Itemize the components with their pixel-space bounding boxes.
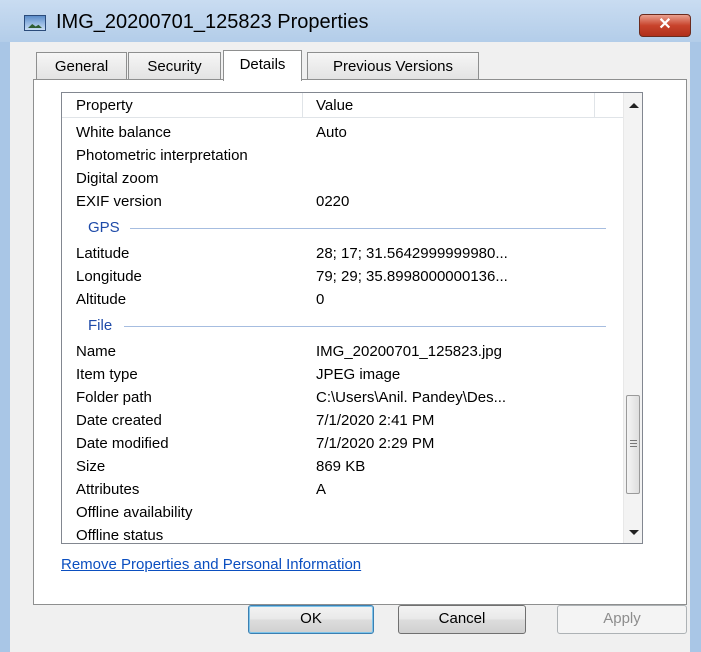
group-divider	[124, 326, 606, 327]
tab-security[interactable]: Security	[128, 52, 221, 79]
remove-properties-link[interactable]: Remove Properties and Personal Informati…	[61, 556, 361, 573]
property-row[interactable]: Offline availability	[62, 502, 624, 524]
scrollbar-thumb[interactable]	[626, 395, 640, 494]
apply-button[interactable]: Apply	[557, 605, 687, 634]
column-header-value[interactable]: Value	[316, 97, 353, 114]
property-value: 7/1/2020 2:41 PM	[316, 412, 435, 429]
group-divider	[130, 228, 606, 229]
property-name: Photometric interpretation	[76, 147, 248, 164]
property-name: Digital zoom	[76, 170, 159, 187]
property-value: 7/1/2020 2:29 PM	[316, 435, 435, 452]
property-row[interactable]: Offline status	[62, 525, 624, 544]
property-row[interactable]: EXIF version 0220	[62, 191, 624, 213]
property-name: Latitude	[76, 245, 130, 262]
property-name: Size	[76, 458, 106, 475]
properties-window: IMG_20200701_125823 Properties ✕ General…	[0, 0, 701, 652]
property-row[interactable]: Date created 7/1/2020 2:41 PM	[62, 410, 624, 432]
grip-line	[630, 443, 637, 444]
property-value: 28; 17; 31.5642999999980...	[316, 245, 508, 262]
property-name: Longitude	[76, 268, 142, 285]
group-header-file: File	[62, 315, 624, 337]
property-row[interactable]: Digital zoom	[62, 168, 624, 190]
property-row[interactable]: Name IMG_20200701_125823.jpg	[62, 341, 624, 363]
group-title: File	[88, 317, 113, 334]
vertical-scrollbar[interactable]	[623, 93, 642, 543]
property-row[interactable]: Attributes A	[62, 479, 624, 501]
property-value: 0220	[316, 193, 350, 210]
property-name: Altitude	[76, 291, 127, 308]
close-icon: ✕	[658, 16, 672, 33]
property-row[interactable]: Altitude 0	[62, 289, 624, 311]
list-header: Property Value	[62, 93, 624, 118]
title-bar[interactable]: IMG_20200701_125823 Properties ✕	[0, 0, 701, 42]
window-title: IMG_20200701_125823 Properties	[56, 11, 369, 33]
property-value: Auto	[316, 124, 347, 141]
property-row[interactable]: Latitude 28; 17; 31.5642999999980...	[62, 243, 624, 265]
scroll-up-arrow-icon[interactable]	[629, 103, 639, 108]
property-name: Attributes	[76, 481, 140, 498]
tab-general[interactable]: General	[36, 52, 127, 79]
tab-details[interactable]: Details	[223, 50, 302, 81]
scroll-down-arrow-icon[interactable]	[629, 530, 639, 535]
column-divider[interactable]	[302, 93, 303, 117]
property-name: Offline availability	[76, 504, 193, 521]
property-value: A	[316, 481, 327, 498]
property-row[interactable]: Size 869 KB	[62, 456, 624, 478]
property-row[interactable]: White balance Auto	[62, 122, 624, 144]
details-list[interactable]: Property Value White balance Auto Photome…	[61, 92, 643, 544]
property-name: Folder path	[76, 389, 152, 406]
image-file-icon	[24, 15, 46, 31]
property-name: Name	[76, 343, 117, 360]
property-value: C:\Users\Anil. Pandey\Des...	[316, 389, 507, 406]
property-name: White balance	[76, 124, 172, 141]
property-name: Item type	[76, 366, 138, 383]
close-button[interactable]: ✕	[639, 14, 691, 37]
property-row[interactable]: Longitude 79; 29; 35.8998000000136...	[62, 266, 624, 288]
property-value: IMG_20200701_125823.jpg	[316, 343, 502, 360]
ok-button[interactable]: OK	[248, 605, 374, 634]
tab-previous-versions[interactable]: Previous Versions	[307, 52, 479, 79]
property-value: 0	[316, 291, 325, 308]
property-name: Date created	[76, 412, 162, 429]
group-title: GPS	[88, 219, 120, 236]
property-value: 869 KB	[316, 458, 366, 475]
property-row[interactable]: Item type JPEG image	[62, 364, 624, 386]
cancel-button[interactable]: Cancel	[398, 605, 526, 634]
property-name: EXIF version	[76, 193, 162, 210]
property-value: 79; 29; 35.8998000000136...	[316, 268, 508, 285]
group-header-gps: GPS	[62, 217, 624, 239]
grip-line	[630, 446, 637, 447]
grip-line	[630, 440, 637, 441]
column-divider[interactable]	[594, 93, 595, 117]
property-name: Date modified	[76, 435, 169, 452]
property-row[interactable]: Photometric interpretation	[62, 145, 624, 167]
column-header-property[interactable]: Property	[76, 97, 133, 114]
property-row[interactable]: Folder path C:\Users\Anil. Pandey\Des...	[62, 387, 624, 409]
property-name: Offline status	[76, 527, 164, 544]
property-value: JPEG image	[316, 366, 401, 383]
property-row[interactable]: Date modified 7/1/2020 2:29 PM	[62, 433, 624, 455]
